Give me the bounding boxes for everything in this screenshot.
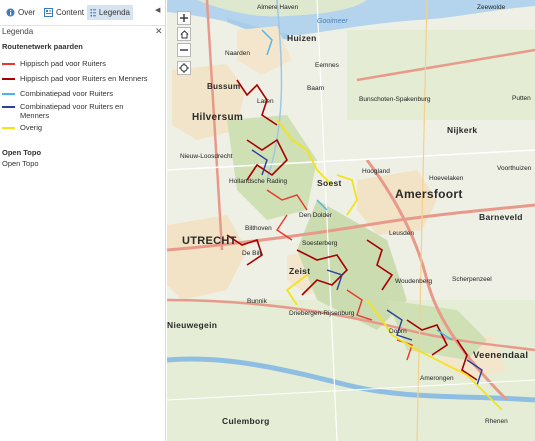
- tab-legenda[interactable]: Legenda: [87, 5, 133, 20]
- map-label: Baarn: [307, 85, 325, 92]
- legend-item-label: Combinatiepad voor Ruiters en Menners: [20, 102, 124, 120]
- map-label: Almere Haven: [257, 4, 299, 11]
- basemap-subtitle: Open Topo: [2, 159, 39, 168]
- legend-item-label: Combinatiepad voor Ruiters: [20, 89, 113, 98]
- tab-over[interactable]: Over: [3, 5, 38, 20]
- legend-title: Legenda: [2, 27, 34, 36]
- map-label: Zeist: [289, 266, 311, 276]
- info-icon: [6, 8, 15, 17]
- map-label: UTRECHT: [182, 235, 237, 247]
- map-label: Naarden: [225, 50, 250, 57]
- map-label: Rhenen: [485, 418, 508, 425]
- close-icon[interactable]: ✕: [155, 26, 163, 37]
- map-label: Bilthoven: [245, 225, 272, 232]
- locate-button[interactable]: [177, 61, 191, 75]
- legend-swatch: [2, 63, 15, 65]
- legend-item: Combinatiepad voor Ruiters en Menners: [2, 102, 142, 120]
- map-label: Driebergen-Rijsenburg: [289, 310, 355, 317]
- legend-item-label: Hippisch pad voor Ruiters: [20, 59, 106, 68]
- zoom-in-button[interactable]: [177, 11, 191, 25]
- side-panel: Over Content Legenda ◀ Legenda ✕ Routene…: [0, 0, 166, 441]
- map-label: Huizen: [287, 33, 317, 43]
- map-label: Hoogland: [362, 168, 390, 175]
- collapse-panel-icon[interactable]: ◀: [155, 6, 160, 14]
- legend-swatch: [2, 93, 15, 95]
- map-label: Gooimeer: [317, 18, 348, 25]
- legend-item-label: Overig: [20, 123, 43, 132]
- minus-icon: [180, 49, 188, 51]
- map-label: Nieuwegein: [167, 320, 218, 330]
- legend-item: Combinatiepad voor Ruiters: [2, 89, 113, 98]
- legend-icon: [90, 9, 96, 17]
- map-label: Den Dolder: [299, 212, 332, 219]
- legend-item: Hippisch pad voor Ruiters en Menners: [2, 74, 148, 83]
- tab-content[interactable]: Content: [41, 5, 87, 20]
- legend-item-label: Hippisch pad voor Ruiters en Menners: [20, 74, 148, 83]
- map-label: Leusden: [389, 230, 414, 237]
- map-label: Culemborg: [222, 416, 270, 426]
- map-label: Laren: [257, 98, 274, 105]
- basemap-title: Open Topo: [2, 148, 42, 157]
- panel-tabs: Over Content Legenda ◀: [0, 0, 166, 26]
- map-label: Bussum: [207, 82, 241, 91]
- map-label: Soesterberg: [302, 240, 338, 247]
- tab-over-label: Over: [18, 8, 36, 17]
- map-label: Hoevelaken: [429, 175, 464, 182]
- legend-swatch: [2, 78, 15, 80]
- map-label: Bunschoten-Spakenburg: [359, 96, 431, 103]
- map-label: Scherpenzeel: [452, 276, 492, 283]
- map-label: Bunnik: [247, 298, 267, 305]
- map-label: De Bilt: [242, 250, 262, 257]
- map-label: Voorthuizen: [497, 165, 532, 172]
- map-view[interactable]: Almere Haven Zeewolde Gooimeer Huizen Na…: [167, 0, 535, 441]
- map-label: Putten: [512, 95, 531, 102]
- map-label: Nijkerk: [447, 125, 478, 135]
- map-label: Woudenberg: [395, 278, 433, 285]
- map-label: Soest: [317, 178, 342, 188]
- legend-swatch: [2, 127, 15, 129]
- map-label: Nieuw-Loosdrecht: [180, 153, 233, 160]
- legend-layer-name: Routenetwerk paarden: [2, 42, 83, 51]
- zoom-out-button[interactable]: [177, 43, 191, 57]
- plus-icon: [180, 14, 188, 22]
- map-label: Barneveld: [479, 212, 523, 222]
- map-label: Amersfoort: [395, 187, 463, 201]
- home-button[interactable]: [177, 27, 191, 41]
- map-label: Doorn: [389, 328, 407, 335]
- map-label: Zeewolde: [477, 4, 506, 11]
- tab-legenda-label: Legenda: [98, 8, 130, 17]
- map-label: Hilversum: [192, 112, 244, 123]
- home-icon: [179, 29, 189, 38]
- legend-swatch: [2, 106, 15, 108]
- map-label: Amerongen: [420, 375, 454, 382]
- locate-icon: [179, 63, 189, 73]
- map-label: Veenendaal: [473, 350, 529, 361]
- content-icon: [44, 8, 53, 17]
- legend-item: Hippisch pad voor Ruiters: [2, 59, 106, 68]
- tab-content-label: Content: [56, 8, 85, 17]
- map-label: Hollandsche Rading: [229, 178, 288, 185]
- map-label: Eemnes: [315, 62, 339, 69]
- legend-item: Overig: [2, 123, 42, 132]
